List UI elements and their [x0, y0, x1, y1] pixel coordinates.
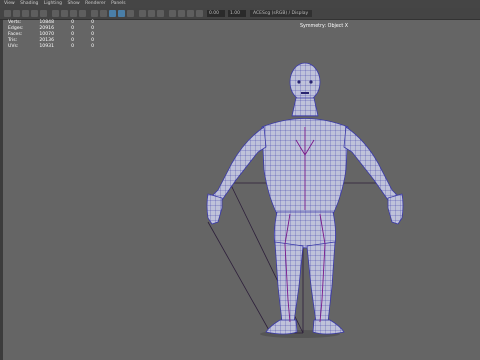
viewport-3d[interactable]: [0, 0, 480, 360]
